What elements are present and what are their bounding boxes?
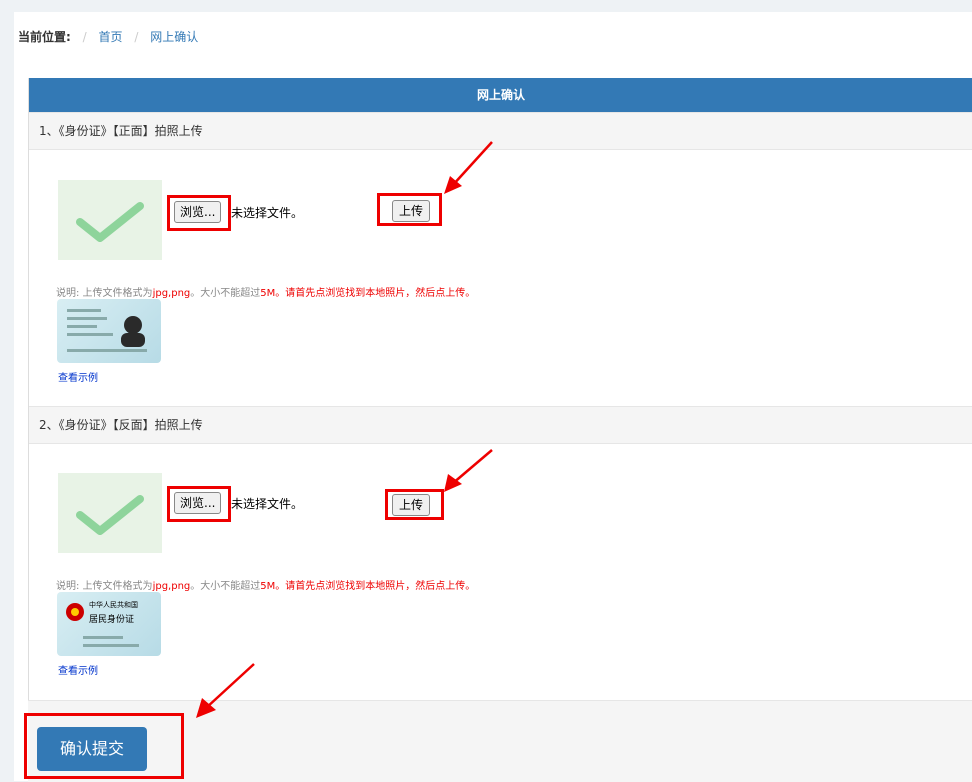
id-card-back-example: 中华人民共和国 居民身份证 [57, 592, 161, 656]
note-prefix: 说明: 上传文件格式为 [56, 581, 153, 592]
note-mid: 。大小不能超过 [190, 581, 261, 592]
upload-preview-back [58, 473, 162, 553]
arrow-icon [196, 663, 255, 718]
section-body-back [29, 444, 972, 700]
breadcrumb-home-link[interactable]: 首页 [99, 30, 123, 44]
example-link-front[interactable]: 查看示例 [58, 369, 98, 384]
note-format: jpg,png [152, 581, 191, 592]
arrow-icon [444, 141, 493, 194]
section-body-front [29, 150, 972, 406]
note-prefix: 说明: 上传文件格式为 [56, 288, 153, 299]
checkmark-icon [76, 202, 144, 242]
upload-preview-front [58, 180, 162, 260]
upload-note-front: 说明: 上传文件格式为jpg,png。大小不能超过5M。请首先点浏览找到本地照片… [56, 284, 475, 299]
arrow-icon [444, 449, 493, 492]
breadcrumb-separator: / [134, 30, 139, 44]
breadcrumb-current-link[interactable]: 网上确认 [150, 30, 198, 44]
section-title-back: 2、《身份证》【反面】拍照上传 [29, 406, 972, 444]
breadcrumb-label: 当前位置: [18, 30, 71, 44]
file-status-back: 未选择文件。 [231, 497, 304, 511]
id-card-back-image: 中华人民共和国 居民身份证 [66, 600, 139, 647]
section-title-front: 1、《身份证》【正面】拍照上传 [29, 112, 972, 150]
breadcrumb: 当前位置: / 首页 / 网上确认 [18, 22, 198, 52]
browse-button-back[interactable]: 浏览... [174, 492, 222, 514]
id-card-front-example [57, 299, 161, 363]
breadcrumb-separator: / [82, 30, 87, 44]
note-size: 5M [260, 288, 276, 299]
note-format: jpg,png [152, 288, 191, 299]
submit-button[interactable]: 确认提交 [37, 727, 147, 771]
note-size: 5M [260, 581, 276, 592]
table-header: 网上确认 [29, 78, 972, 112]
note-suffix: 。请首先点浏览找到本地照片，然后点上传。 [275, 288, 476, 299]
example-link-back[interactable]: 查看示例 [58, 662, 98, 677]
card-back-line2: 居民身份证 [89, 613, 134, 625]
checkmark-icon [76, 495, 144, 535]
upload-button-front[interactable]: 上传 [392, 200, 431, 222]
top-strip [0, 0, 972, 12]
upload-note-back: 说明: 上传文件格式为jpg,png。大小不能超过5M。请首先点浏览找到本地照片… [56, 577, 475, 592]
id-card-front-image [67, 309, 147, 352]
file-status-front: 未选择文件。 [231, 206, 304, 220]
upload-button-back[interactable]: 上传 [392, 494, 431, 516]
card-back-line1: 中华人民共和国 [89, 600, 138, 609]
confirm-table: 网上确认 1、《身份证》【正面】拍照上传 2、《身份证》【反面】拍照上传 [28, 78, 972, 781]
note-suffix: 。请首先点浏览找到本地照片，然后点上传。 [275, 581, 476, 592]
browse-button-front[interactable]: 浏览... [174, 201, 222, 223]
note-mid: 。大小不能超过 [190, 288, 261, 299]
